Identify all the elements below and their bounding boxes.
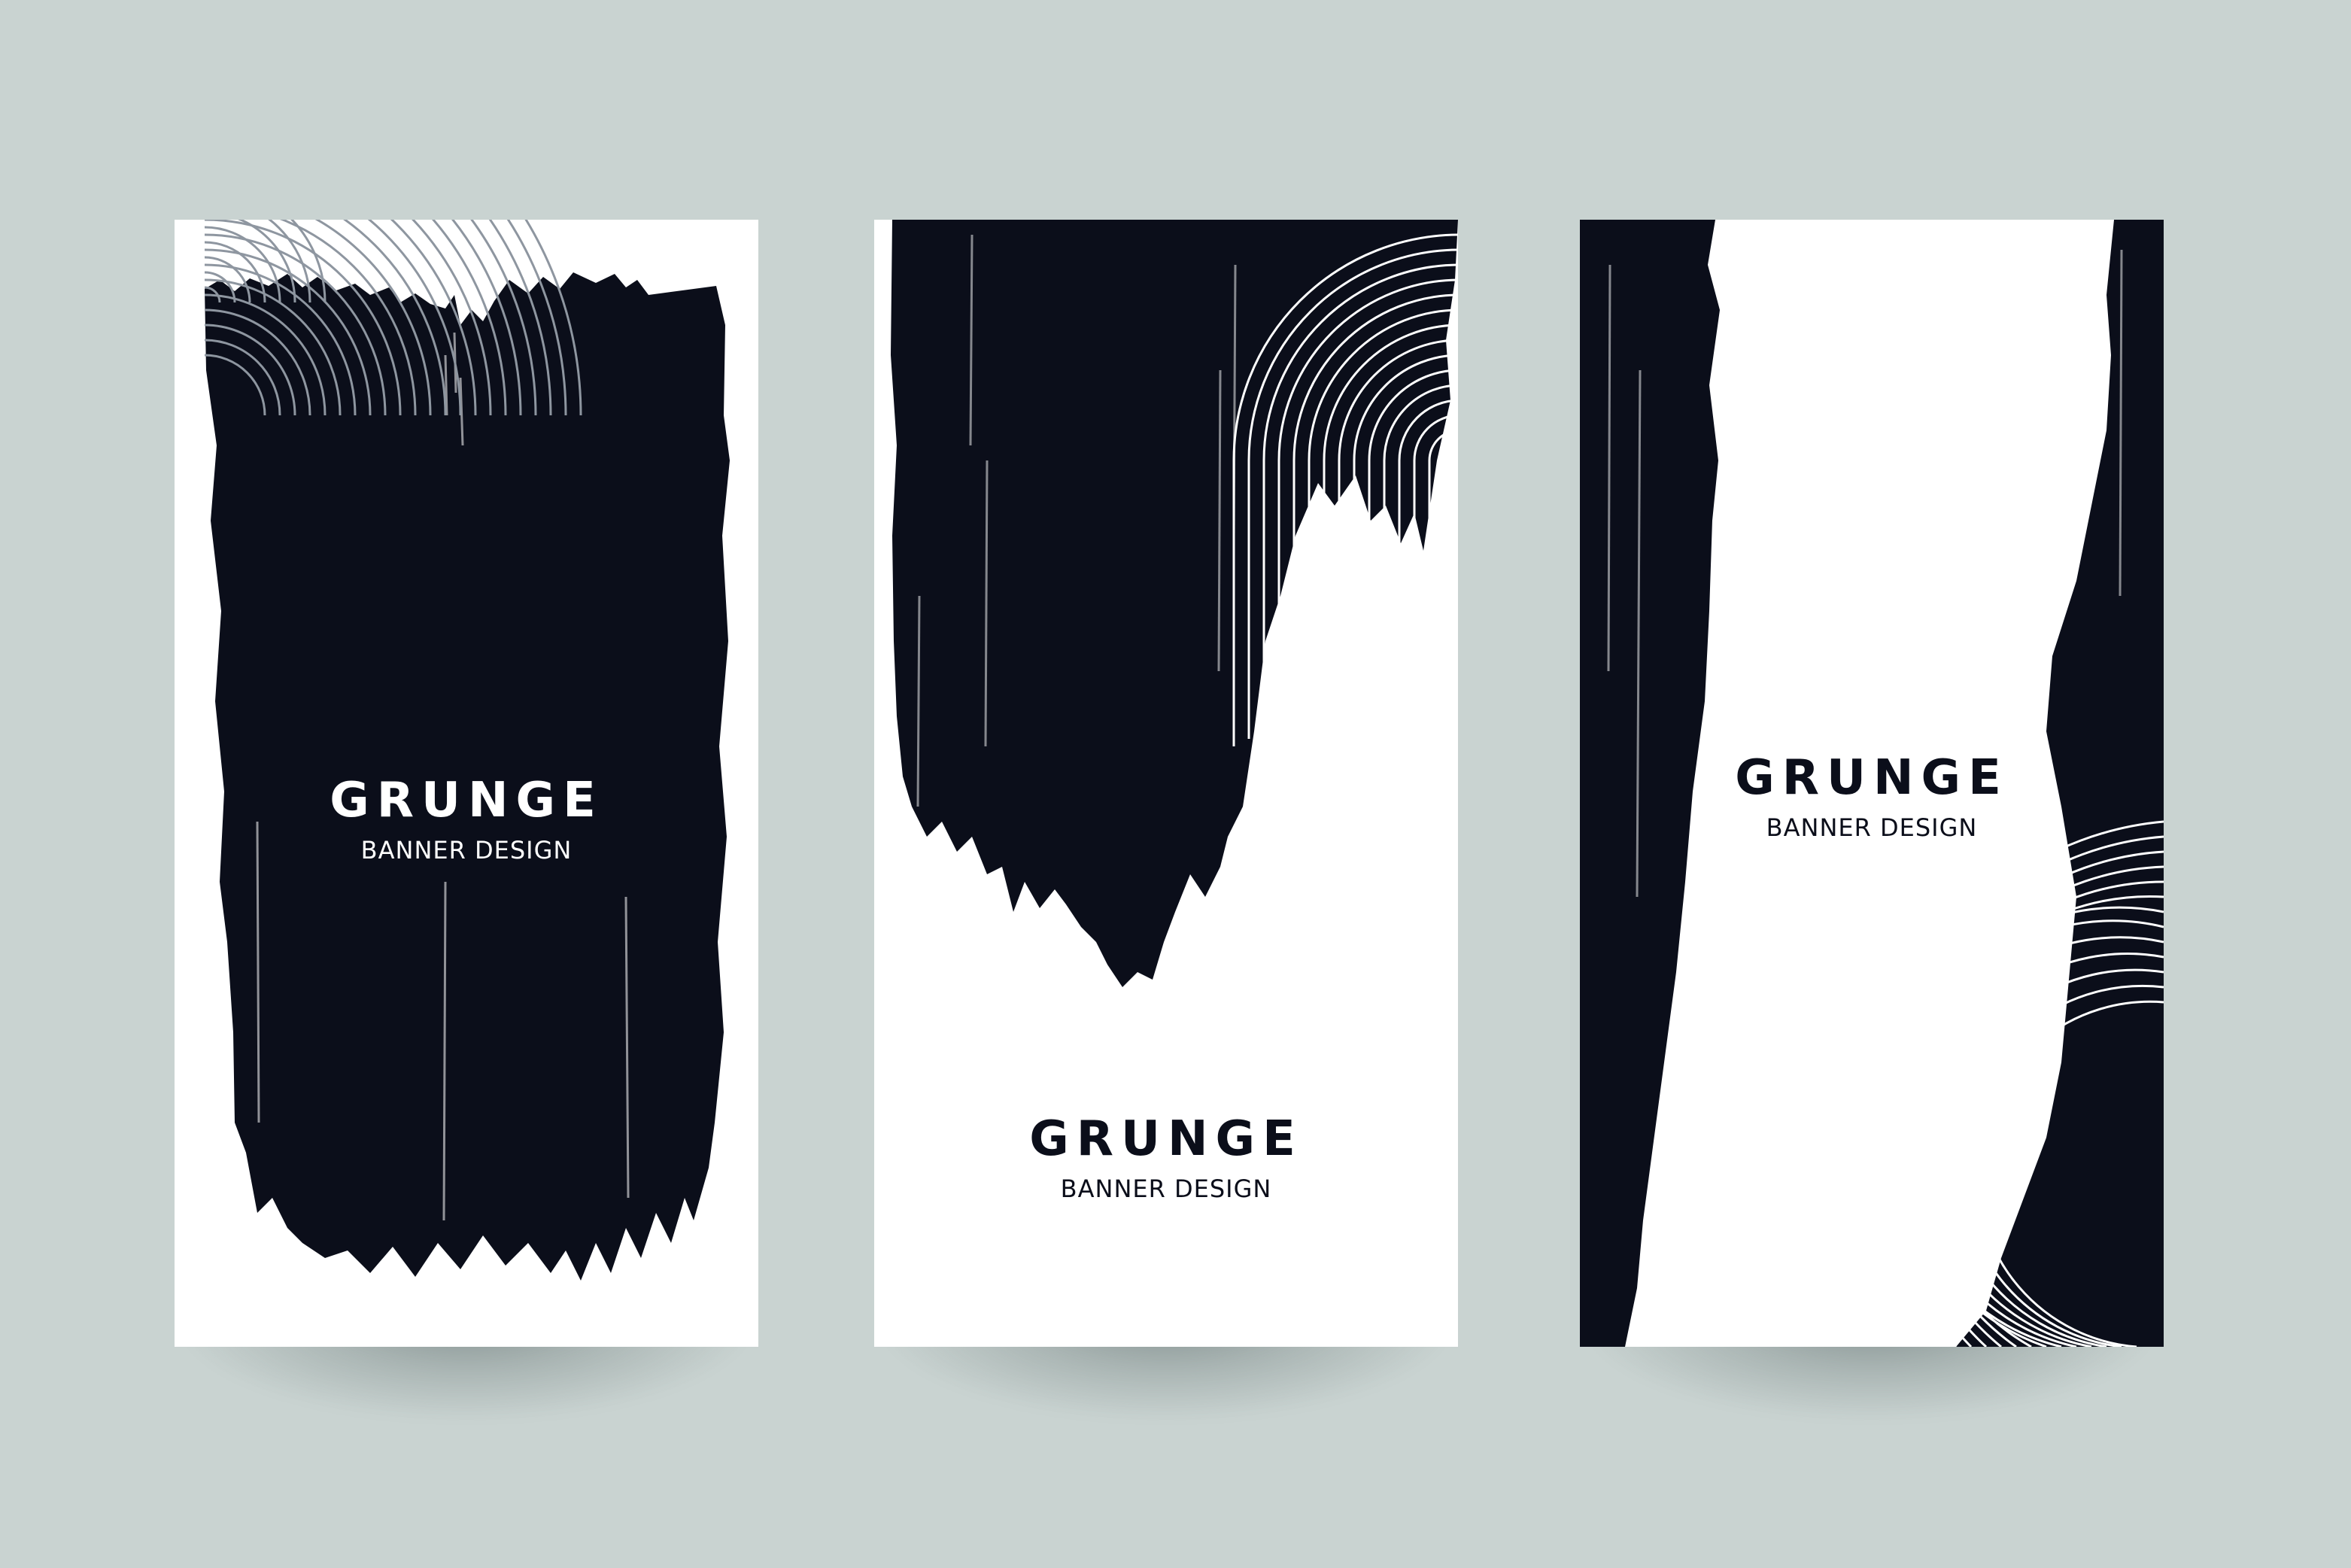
banner-title: GRUNGE (330, 773, 603, 828)
banner-title: GRUNGE (1029, 1111, 1303, 1167)
banner-subtitle: BANNER DESIGN (1766, 813, 1978, 842)
banner-card-2: GRUNGE BANNER DESIGN (874, 220, 1458, 1347)
banner-card-1: GRUNGE BANNER DESIGN (175, 220, 758, 1347)
ink-brush-block (891, 220, 1458, 987)
banner-subtitle: BANNER DESIGN (1060, 1174, 1272, 1203)
banner-title: GRUNGE (1735, 750, 2009, 806)
banner-subtitle: BANNER DESIGN (360, 836, 573, 865)
canvas: GRUNGE BANNER DESIGN GRUNGE BANNER DESIG… (0, 0, 2351, 1568)
banner-card-3: GRUNGE BANNER DESIGN (1580, 220, 2164, 1347)
